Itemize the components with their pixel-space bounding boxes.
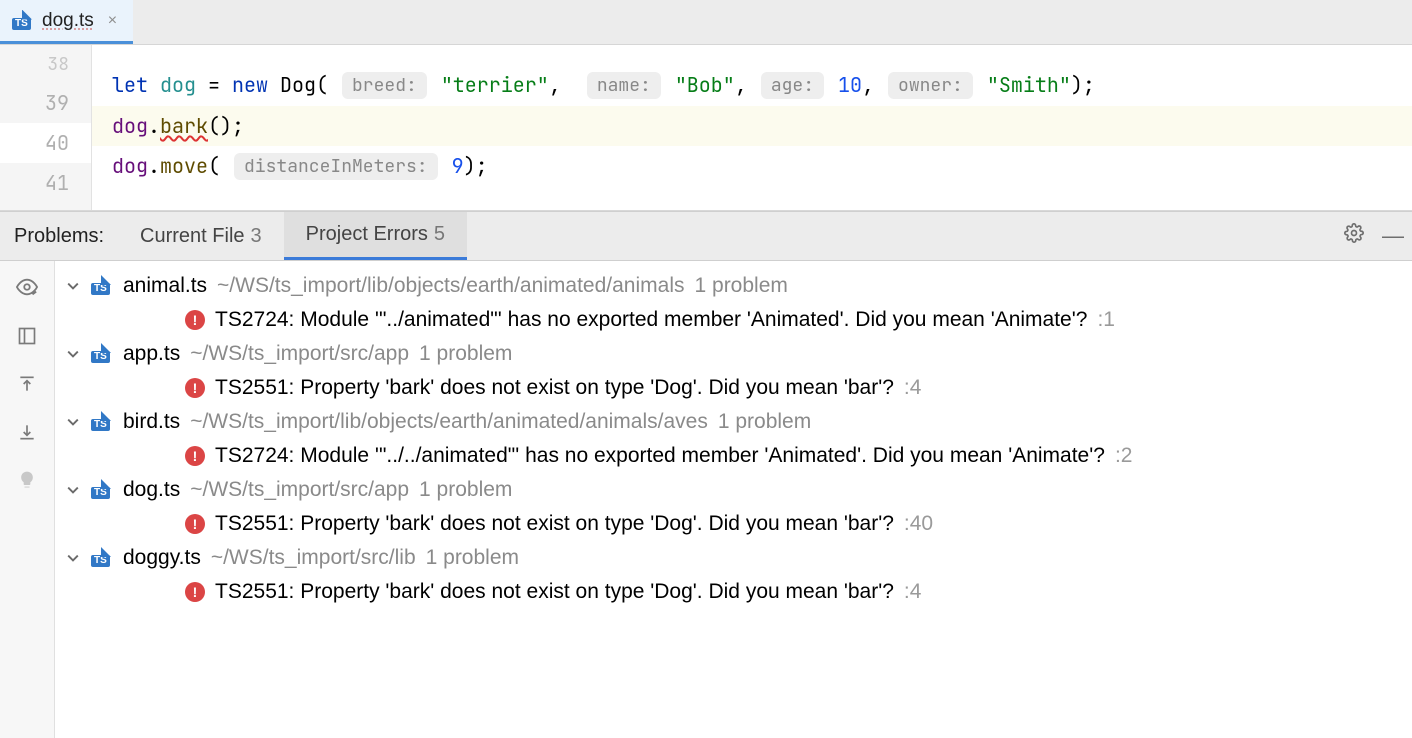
- file-path: ~/WS/ts_import/lib/objects/earth/animate…: [217, 274, 684, 298]
- error-icon: !: [185, 582, 205, 602]
- line-number: 39: [0, 83, 91, 123]
- error-item[interactable]: ! TS2551: Property 'bark' does not exist …: [55, 575, 1412, 609]
- file-path: ~/WS/ts_import/src/app: [190, 478, 409, 502]
- tab-project-errors[interactable]: Project Errors 5: [284, 212, 467, 260]
- code-body[interactable]: let dog = new Dog( breed: "terrier", nam…: [92, 45, 1412, 210]
- file-name: dog.ts: [123, 478, 180, 502]
- file-node[interactable]: TS dog.ts ~/WS/ts_import/src/app 1 problem: [55, 473, 1412, 507]
- file-name: app.ts: [123, 342, 180, 366]
- code-line: dog.bark();: [92, 106, 1412, 146]
- error-line: :2: [1115, 444, 1133, 468]
- file-node[interactable]: TS animal.ts ~/WS/ts_import/lib/objects/ea…: [55, 269, 1412, 303]
- file-name: animal.ts: [123, 274, 207, 298]
- file-name: doggy.ts: [123, 546, 201, 570]
- problem-count: 1 problem: [426, 546, 519, 570]
- ts-file-icon: TS: [91, 345, 113, 363]
- file-node[interactable]: TS app.ts ~/WS/ts_import/src/app 1 problem: [55, 337, 1412, 371]
- line-gutter: 38 39 40 41: [0, 45, 92, 210]
- editor-tab-label: dog.ts: [42, 10, 94, 32]
- problems-tab-bar: Problems: Current File 3 Project Errors …: [0, 211, 1412, 261]
- ts-file-icon: TS: [91, 413, 113, 431]
- error-icon: !: [185, 514, 205, 534]
- tab-current-file[interactable]: Current File 3: [118, 212, 284, 260]
- error-line: :4: [904, 580, 922, 604]
- code-line: let dog = new Dog( breed: "terrier", nam…: [92, 65, 1412, 106]
- file-path: ~/WS/ts_import/lib/objects/earth/animate…: [190, 410, 708, 434]
- expand-all-icon[interactable]: [17, 374, 37, 400]
- chevron-down-icon[interactable]: [65, 278, 81, 294]
- ts-file-icon: TS: [12, 12, 34, 30]
- tab-count: 5: [434, 223, 445, 246]
- close-tab-icon[interactable]: ×: [108, 12, 117, 30]
- tab-label: Current File: [140, 225, 244, 248]
- line-number: 38: [0, 53, 91, 83]
- problem-count: 1 problem: [718, 410, 811, 434]
- error-icon: !: [185, 378, 205, 398]
- code-line: dog.move( distanceInMeters: 9);: [92, 146, 1412, 187]
- ts-file-icon: TS: [91, 549, 113, 567]
- minimize-icon[interactable]: —: [1382, 223, 1404, 249]
- error-item[interactable]: ! TS2551: Property 'bark' does not exist …: [55, 507, 1412, 541]
- ts-file-icon: TS: [91, 481, 113, 499]
- tab-count: 3: [251, 225, 262, 248]
- tab-label: Project Errors: [306, 223, 428, 246]
- problems-title: Problems:: [0, 212, 118, 260]
- error-line: :4: [904, 376, 922, 400]
- problem-count: 1 problem: [419, 478, 512, 502]
- error-line: :40: [904, 512, 933, 536]
- error-message: TS2551: Property 'bark' does not exist o…: [215, 512, 894, 536]
- error-message: TS2551: Property 'bark' does not exist o…: [215, 376, 894, 400]
- error-message: TS2724: Module '"../animated"' has no ex…: [215, 308, 1087, 332]
- chevron-down-icon[interactable]: [65, 550, 81, 566]
- file-path: ~/WS/ts_import/src/lib: [211, 546, 416, 570]
- ts-file-icon: TS: [91, 277, 113, 295]
- file-node[interactable]: TS bird.ts ~/WS/ts_import/lib/objects/eart…: [55, 405, 1412, 439]
- error-item[interactable]: ! TS2724: Module '"../animated"' has no e…: [55, 303, 1412, 337]
- editor-tab-dog-ts[interactable]: TS dog.ts ×: [0, 0, 133, 44]
- line-number: 40: [0, 123, 91, 163]
- file-path: ~/WS/ts_import/src/app: [190, 342, 409, 366]
- line-number: 41: [0, 163, 91, 203]
- layout-icon[interactable]: [17, 326, 37, 352]
- code-line: [92, 53, 1412, 65]
- chevron-down-icon[interactable]: [65, 414, 81, 430]
- eye-icon[interactable]: [16, 276, 38, 304]
- error-item[interactable]: ! TS2551: Property 'bark' does not exist …: [55, 371, 1412, 405]
- error-icon: !: [185, 446, 205, 466]
- problems-tree[interactable]: TS animal.ts ~/WS/ts_import/lib/objects/ea…: [55, 261, 1412, 738]
- error-item[interactable]: ! TS2724: Module '"../../animated"' has n…: [55, 439, 1412, 473]
- error-message: TS2551: Property 'bark' does not exist o…: [215, 580, 894, 604]
- problems-panel: TS animal.ts ~/WS/ts_import/lib/objects/ea…: [0, 261, 1412, 738]
- problem-count: 1 problem: [419, 342, 512, 366]
- settings-icon[interactable]: [1344, 223, 1364, 249]
- error-icon: !: [185, 310, 205, 330]
- error-message: TS2724: Module '"../../animated"' has no…: [215, 444, 1105, 468]
- file-name: bird.ts: [123, 410, 180, 434]
- problems-toolbar: [0, 261, 55, 738]
- collapse-all-icon[interactable]: [17, 422, 37, 448]
- bulb-icon[interactable]: [17, 470, 37, 496]
- code-editor[interactable]: 38 39 40 41 let dog = new Dog( breed: "t…: [0, 45, 1412, 211]
- chevron-down-icon[interactable]: [65, 482, 81, 498]
- problem-count: 1 problem: [695, 274, 788, 298]
- error-line: :1: [1097, 308, 1115, 332]
- file-node[interactable]: TS doggy.ts ~/WS/ts_import/src/lib 1 proble…: [55, 541, 1412, 575]
- chevron-down-icon[interactable]: [65, 346, 81, 362]
- editor-tab-bar: TS dog.ts ×: [0, 0, 1412, 45]
